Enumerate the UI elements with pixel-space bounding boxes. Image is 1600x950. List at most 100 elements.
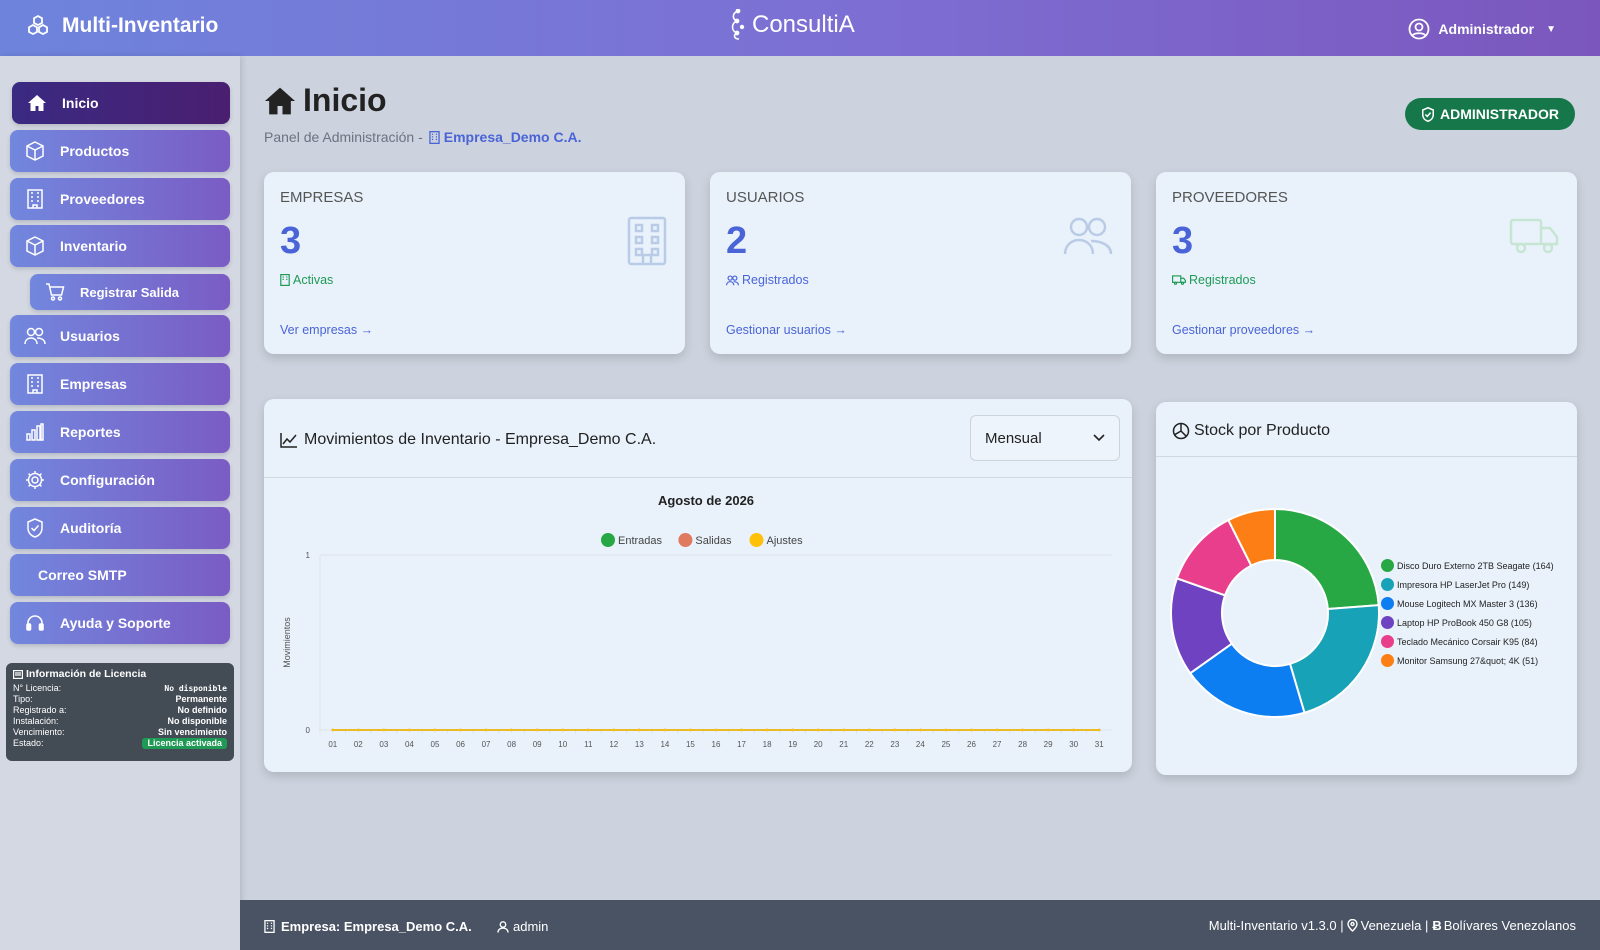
line-chart-icon — [280, 433, 297, 448]
x-tick-label: 12 — [609, 740, 618, 749]
user-icon — [497, 920, 509, 933]
footer: Empresa: Empresa_Demo C.A. admin Multi-I… — [240, 900, 1600, 950]
pie-chart-icon — [1172, 422, 1190, 440]
legend-label: Salidas — [695, 535, 732, 547]
data-point — [970, 728, 973, 732]
user-menu-dropdown[interactable]: Administrador ▼ — [1408, 18, 1556, 40]
data-point — [612, 728, 616, 732]
users-icon — [24, 327, 46, 345]
license-row: Instalación: No disponible — [13, 716, 227, 726]
data-point — [1072, 728, 1075, 732]
data-point — [1046, 728, 1050, 732]
x-tick-label: 09 — [533, 740, 542, 749]
legend-label: Monitor Samsung 27&quot; 4K (51) — [1397, 655, 1539, 666]
company-link[interactable]: Empresa_Demo C.A. — [427, 129, 581, 145]
legend-label: Mouse Logitech MX Master 3 (136) — [1397, 598, 1538, 609]
x-tick-label: 28 — [1018, 740, 1027, 749]
x-tick-label: 23 — [890, 740, 899, 749]
sidebar-item-ayuda-soporte[interactable]: Ayuda y Soporte — [10, 602, 230, 644]
truck-icon — [1172, 275, 1186, 285]
legend-label: Teclado Mecánico Corsair K95 (84) — [1397, 636, 1538, 647]
data-point — [944, 728, 948, 732]
data-point — [868, 728, 871, 732]
logo-text: ConsultiA — [752, 11, 855, 38]
stat-label: USUARIOS — [726, 189, 805, 206]
sidebar-item-inicio[interactable]: Inicio — [12, 82, 230, 124]
x-tick-label: 27 — [993, 740, 1002, 749]
sidebar-item-registrar-salida[interactable]: Registrar Salida — [30, 274, 230, 310]
breadcrumb: Panel de Administración - Empresa_Demo C… — [264, 129, 582, 145]
y-tick-label: 1 — [306, 551, 311, 560]
legend-marker — [1381, 578, 1394, 591]
sidebar-item-label: Productos — [60, 143, 130, 159]
data-point — [1098, 728, 1101, 732]
pie-legend: Disco Duro Externo 2TB Seagate (164) Impr… — [1381, 556, 1577, 670]
sidebar-item-label: Inventario — [60, 238, 127, 254]
box-icon — [24, 141, 46, 161]
building-icon — [24, 189, 46, 209]
cart-icon — [44, 283, 66, 301]
role-badge: ADMINISTRADOR — [1405, 98, 1575, 130]
data-point — [689, 728, 692, 732]
app-brand[interactable]: Multi-Inventario — [26, 14, 218, 38]
data-point — [459, 728, 462, 732]
sidebar-item-productos[interactable]: Productos — [10, 130, 230, 172]
sidebar-item-auditoria[interactable]: Auditoría — [10, 507, 230, 549]
page-title: Inicio — [265, 82, 387, 119]
id-card-icon — [13, 669, 23, 679]
y-axis-label: Movimientos — [282, 617, 292, 668]
data-point — [433, 728, 437, 732]
manage-suppliers-link[interactable]: Gestionar proveedores → — [1172, 323, 1315, 337]
top-navbar: Multi-Inventario ConsultiA Administrador… — [0, 0, 1600, 56]
data-point — [408, 728, 411, 732]
legend-item: Teclado Mecánico Corsair K95 (84) — [1381, 632, 1577, 651]
view-empresas-link[interactable]: Ver empresas → — [280, 323, 373, 337]
data-point — [535, 728, 539, 732]
x-tick-label: 03 — [379, 740, 388, 749]
data-point — [484, 728, 488, 732]
x-tick-label: 30 — [1069, 740, 1078, 749]
sidebar-item-proveedores[interactable]: Proveedores — [10, 178, 230, 220]
x-tick-label: 16 — [712, 740, 721, 749]
x-tick-label: 19 — [788, 740, 797, 749]
cubes-icon — [28, 14, 48, 36]
chart-title: Agosto de 2026 — [658, 493, 754, 508]
sidebar-item-correo-smtp[interactable]: Correo SMTP — [10, 554, 230, 596]
stat-sub: Activas — [280, 273, 333, 287]
sidebar: Inicio Productos Proveedores Inventario … — [0, 56, 240, 950]
brain-network-icon — [731, 9, 745, 40]
x-tick-label: 06 — [456, 740, 465, 749]
sidebar-item-reportes[interactable]: Reportes — [10, 411, 230, 453]
sidebar-item-configuracion[interactable]: Configuración — [10, 459, 230, 501]
legend-marker — [1381, 635, 1394, 648]
gear-icon — [24, 470, 46, 490]
footer-info: Multi-Inventario v1.3.0 | Venezuela | Ƀ … — [1208, 918, 1576, 933]
legend-marker — [749, 533, 764, 547]
data-point — [816, 728, 820, 732]
sidebar-item-empresas[interactable]: Empresas — [10, 363, 230, 405]
movements-line-chart: Agosto de 2026 Entradas Salidas Ajustes Movi… — [282, 493, 1112, 749]
stock-doughnut-chart — [1170, 507, 1380, 718]
user-name: Administrador — [1438, 21, 1535, 37]
data-point — [561, 728, 564, 732]
x-tick-label: 17 — [737, 740, 746, 749]
manage-users-link[interactable]: Gestionar usuarios → — [726, 323, 847, 337]
data-point — [382, 728, 386, 732]
x-tick-label: 24 — [916, 740, 925, 749]
x-tick-label: 04 — [405, 740, 414, 749]
sidebar-item-inventario[interactable]: Inventario — [10, 225, 230, 267]
period-select[interactable]: Mensual — [970, 415, 1120, 461]
pie-slice — [1288, 604, 1380, 714]
data-point — [510, 728, 513, 732]
data-point — [357, 728, 360, 732]
consultia-logo: ConsultiA — [728, 9, 855, 41]
sidebar-item-label: Registrar Salida — [80, 284, 179, 300]
building-icon — [280, 274, 290, 286]
stat-label: PROVEEDORES — [1172, 189, 1288, 206]
chart-card-header: Stock por Producto — [1156, 402, 1577, 457]
pie-slice — [1274, 507, 1380, 611]
data-point — [1021, 728, 1024, 732]
user-circle-icon — [1409, 18, 1430, 40]
headset-icon — [24, 613, 46, 633]
sidebar-item-usuarios[interactable]: Usuarios — [10, 315, 230, 357]
